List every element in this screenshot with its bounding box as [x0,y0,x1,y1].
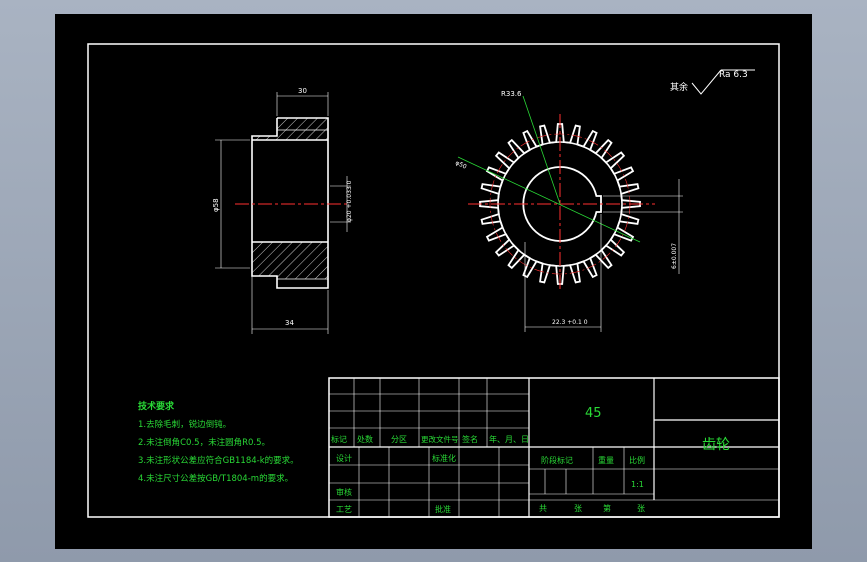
tech-title: 技术要求 [138,400,175,412]
process-label: 工艺 [336,505,352,514]
roughness-label: 其余 [670,81,688,93]
tech-item: 4.未注尺寸公差按GB/T1804-m的要求。 [138,473,293,484]
sheets-unit-label: 张 [574,504,582,513]
header-cell: 标记 [331,434,347,444]
section-hatch-bottom [252,242,328,279]
tech-item: 2.未注倒角C0.5，未注圆角R0.5。 [138,437,270,448]
tech-item: 3.未注形状公差应符合GB1184-k的要求。 [138,455,299,466]
header-cell: 更改文件号 [421,434,459,444]
dim-pitch-dia: φ50 [454,159,468,170]
dim-tip-dia: R33.6 [501,90,522,98]
dim-keyway-width: 6±0.007 [671,243,678,269]
roughness-value: Ra 6.3 [719,70,748,80]
stage-mark-label: 阶段标记 [541,455,573,465]
scale-value: 1:1 [631,480,644,489]
standardize-label: 标准化 [432,453,456,463]
header-cell: 分区 [391,435,407,444]
design-label: 设计 [336,453,352,463]
tech-requirements: 技术要求 1.去除毛刺，锐边倒钝。 2.未注倒角C0.5，未注圆角R0.5。 3… [138,400,299,484]
part-name: 齿轮 [702,437,730,453]
gear-front-view: R33.6 φ50 22.3 +0.1 0 6±0.007 [454,90,683,332]
gear-section-view: 30 34 φ58 φ20 +0.033 0 [212,87,353,334]
header-cell: 处数 [357,434,373,444]
approve-label: 批准 [435,504,451,514]
dim-width: 30 [298,87,307,95]
scale-label: 比例 [629,455,645,465]
sheet-unit-label: 张 [637,504,645,513]
roughness-symbol: 其余 Ra 6.3 [670,69,755,95]
check-label: 审核 [336,487,352,497]
title-block-text: 45 齿轮 标记 处数 分区 更改文件号 签名 年、月、日 设计 标准化 审核 … [331,406,730,514]
header-cell: 签名 [462,434,478,444]
material-label: 45 [585,406,602,421]
dim-bore-dia: φ20 +0.033 0 [346,180,353,222]
total-sheets-label: 共 [539,504,547,513]
tech-item: 1.去除毛刺，锐边倒钝。 [138,419,231,430]
weight-label: 重量 [598,455,614,465]
dim-keyway-depth: 22.3 +0.1 0 [552,319,588,326]
cad-drawing: 其余 Ra 6.3 30 34 φ58 φ20 +0.033 0 R33.6 φ… [87,43,780,518]
dim-outer-dia: φ58 [212,198,220,212]
sheet-no-label: 第 [603,503,611,513]
dim-length: 34 [285,319,294,327]
header-cell: 年、月、日 [489,434,529,444]
drawing-sheet: 其余 Ra 6.3 30 34 φ58 φ20 +0.033 0 R33.6 φ… [55,14,812,549]
